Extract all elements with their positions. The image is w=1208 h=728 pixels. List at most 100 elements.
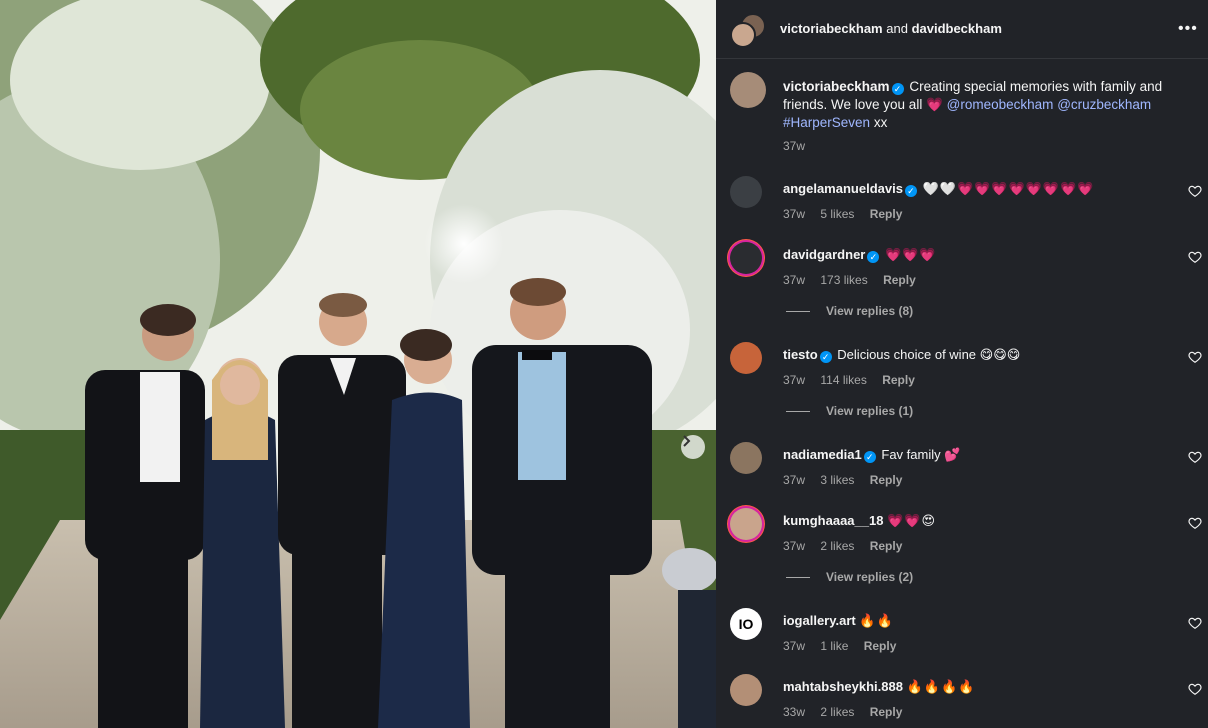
chevron-right-icon [683,435,691,447]
comment-username[interactable]: nadiamedia1 [783,447,862,462]
avatar[interactable] [730,342,762,374]
avatar [730,22,756,48]
view-replies-button[interactable]: View replies (1) [786,404,913,418]
post-photo [0,0,716,728]
comment-likes[interactable]: 173 likes [820,273,867,287]
view-replies-button[interactable]: View replies (2) [786,570,913,584]
caption-username[interactable]: victoriabeckham [783,79,890,94]
comment-text: Fav family 💕 [881,447,961,462]
comment-username[interactable]: mahtabsheykhi.888 [783,679,903,694]
comment-timestamp: 37w [783,639,806,653]
comment-username[interactable]: davidgardner [783,247,865,262]
view-replies-label: View replies (2) [826,570,914,584]
mention-link[interactable]: @romeobeckham [947,97,1054,112]
heart-icon[interactable] [1188,250,1202,264]
comment-username[interactable]: iogallery.art [783,613,856,628]
comment-meta: 33w 2 likes Reply [783,705,914,719]
comment-text: Delicious choice of wine 😋😋😋 [837,347,1021,362]
comment-item: tiesto ✓ Delicious choice of wine 😋😋😋 37w… [730,342,1208,392]
comment-meta: 37w 173 likes Reply [783,273,928,287]
heart-icon[interactable] [1188,350,1202,364]
comment-line: iogallery.art 🔥🔥 [783,613,894,629]
comment-timestamp: 33w [783,705,806,719]
comment-meta: 37w 2 likes Reply [783,539,914,553]
comment-line: kumghaaaa__18 💗💗😍 [783,513,936,529]
author-conjunction: and [886,21,908,36]
caption-suffix: xx [873,115,888,130]
reply-button[interactable]: Reply [882,373,915,387]
heart-icon[interactable] [1188,184,1202,198]
comment-username[interactable]: kumghaaaa__18 [783,513,883,528]
view-replies-label: View replies (1) [826,404,914,418]
reply-button[interactable]: Reply [883,273,916,287]
post-header: victoriabeckham and davidbeckham ••• [716,0,1208,59]
next-photo-button[interactable] [681,435,705,459]
verified-badge-icon: ✓ [867,251,880,263]
heart-icon[interactable] [1188,516,1202,530]
comment-likes[interactable]: 5 likes [820,207,854,221]
reply-button[interactable]: Reply [870,705,903,719]
verified-badge-icon: ✓ [891,83,904,95]
view-replies-button[interactable]: View replies (8) [786,304,913,318]
reply-button[interactable]: Reply [870,473,903,487]
verified-badge-icon: ✓ [863,451,876,463]
comment-text: 🔥🔥 [859,613,894,628]
reply-button[interactable]: Reply [870,207,903,221]
comment-text: 💗💗😍 [887,513,937,528]
verified-badge-icon: ✓ [819,351,832,363]
comment-text: 💗💗💗 [884,247,937,262]
comment-meta: 37w 5 likes Reply [783,207,914,221]
avatar[interactable] [730,508,762,540]
photo-illustration [0,0,716,728]
comment-likes[interactable]: 2 likes [820,539,854,553]
avatar[interactable] [730,674,762,706]
comment-timestamp: 37w [783,473,806,487]
comment-text: 🤍🤍💗💗💗💗💗💗💗💗 [922,181,1095,196]
comment-likes[interactable]: 2 likes [820,705,854,719]
mention-link[interactable]: @cruzbeckham [1057,97,1151,112]
comment-timestamp: 37w [783,207,806,221]
caption-timestamp: 37w [783,139,806,153]
author-link[interactable]: victoriabeckham [780,21,883,36]
caption-text: victoriabeckham ✓ Creating special memori… [783,78,1183,132]
comment-item: angelamanueldavis ✓ 🤍🤍💗💗💗💗💗💗💗💗 37w 5 like… [730,176,1208,226]
comment-item: IO iogallery.art 🔥🔥 37w 1 like Reply [730,608,1208,658]
comment-username[interactable]: angelamanueldavis [783,181,903,196]
comment-likes[interactable]: 114 likes [820,373,866,387]
comment-item: mahtabsheykhi.888 🔥🔥🔥🔥 33w 2 likes Reply [730,674,1208,724]
divider [786,577,810,579]
comment-line: angelamanueldavis ✓ 🤍🤍💗💗💗💗💗💗💗💗 [783,181,1094,197]
avatar[interactable] [730,442,762,474]
avatar[interactable] [730,176,762,208]
heart-icon[interactable] [1188,450,1202,464]
reply-button[interactable]: Reply [864,639,897,653]
collab-avatars[interactable] [730,13,766,48]
heart-icon[interactable] [1188,616,1202,630]
comment-timestamp: 37w [783,373,806,387]
heart-emoji: 💗 [926,97,943,112]
verified-badge-icon: ✓ [904,185,917,197]
heart-icon[interactable] [1188,682,1202,696]
comment-username[interactable]: tiesto [783,347,818,362]
avatar[interactable]: IO [730,608,762,640]
comment-likes[interactable]: 3 likes [820,473,854,487]
divider [786,411,810,413]
comment-item: davidgardner ✓ 💗💗💗 37w 173 likes Reply [730,242,1208,292]
comment-text: 🔥🔥🔥🔥 [906,679,976,694]
comment-line: davidgardner ✓ 💗💗💗 [783,247,937,263]
avatar[interactable] [730,72,766,108]
reply-button[interactable]: Reply [870,539,903,553]
comment-line: nadiamedia1 ✓ Fav family 💕 [783,447,960,463]
hashtag-link[interactable]: #HarperSeven [783,115,870,130]
comment-meta: 37w 1 like Reply [783,639,908,653]
post-authors: victoriabeckham and davidbeckham [780,21,1002,36]
comment-likes[interactable]: 1 like [820,639,848,653]
comment-line: mahtabsheykhi.888 🔥🔥🔥🔥 [783,679,975,695]
avatar[interactable] [730,242,762,274]
comments-panel: victoriabeckham and davidbeckham ••• vic… [716,0,1208,728]
more-options-button[interactable]: ••• [1178,20,1198,38]
author-link[interactable]: davidbeckham [912,21,1002,36]
comment-timestamp: 37w [783,273,806,287]
comment-line: tiesto ✓ Delicious choice of wine 😋😋😋 [783,347,1020,363]
divider [786,311,810,313]
